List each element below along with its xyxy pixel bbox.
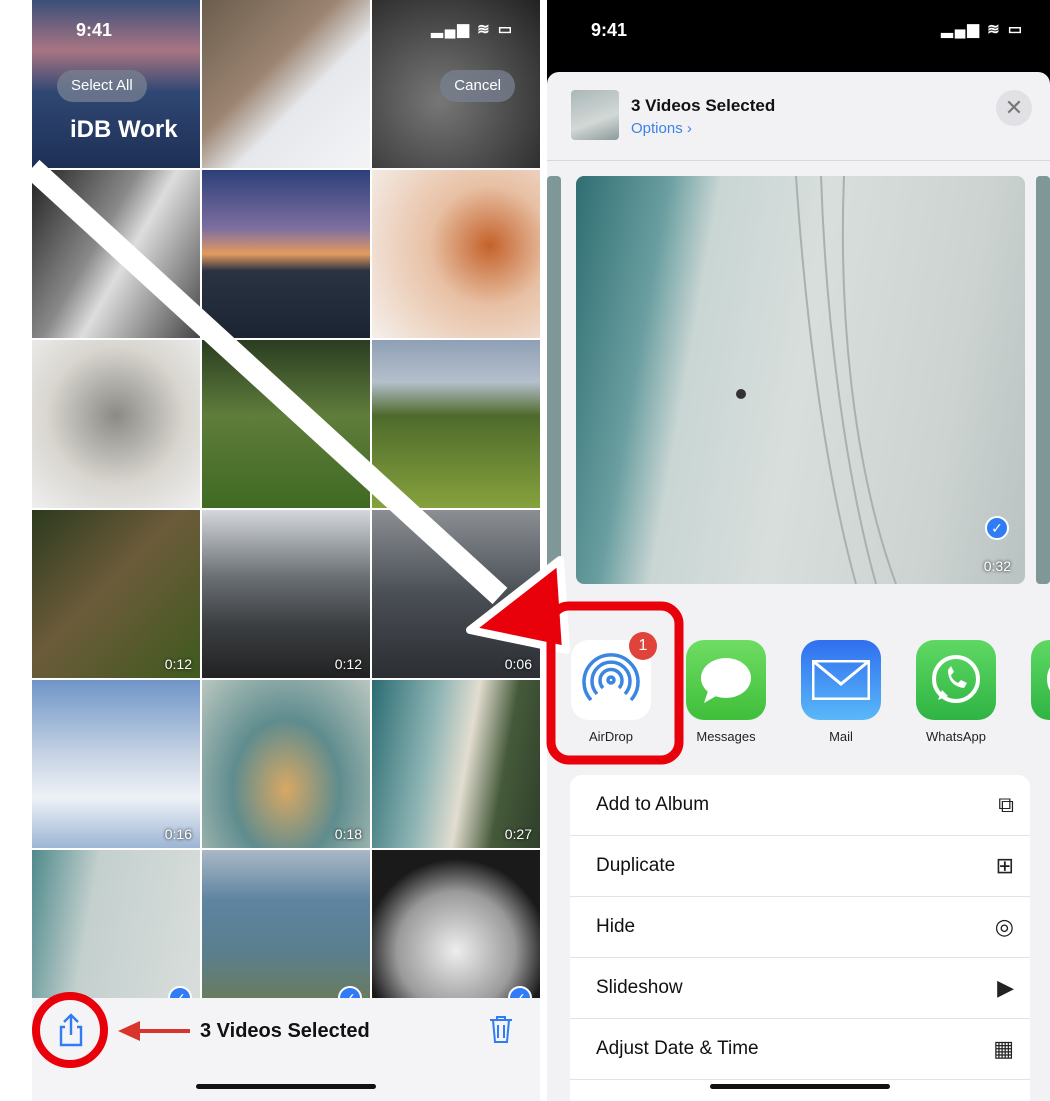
app-label: WA <box>1031 729 1050 744</box>
app-label: AirDrop <box>588 729 634 744</box>
action-icon: ⧉ <box>998 792 1014 817</box>
selection-count: 3 Videos Selected <box>200 1020 370 1042</box>
app-label: Mail <box>829 729 853 744</box>
select-all-button[interactable]: Select All <box>57 70 147 102</box>
share-sheet-screen: 9:41 ▂▄▆ ≋ ▭ 3 Videos Selected Options ›… <box>547 0 1050 1101</box>
photo-tile[interactable] <box>372 340 540 508</box>
signal-wifi-battery-icon: ▂▄▆ ≋ ▭ <box>431 21 514 38</box>
status-bar: 9:41 ▂▄▆ ≋ ▭ <box>32 20 540 44</box>
share-app-whatsapp[interactable]: WhatsApp <box>916 640 996 744</box>
photo-tile[interactable]: ✓ <box>372 850 540 1018</box>
mail-icon <box>801 640 881 720</box>
video-duration: 0:16 <box>164 826 192 842</box>
action-label: Add to Album <box>596 794 710 815</box>
selection-thumbnail <box>571 90 619 140</box>
trash-icon[interactable] <box>488 1014 514 1051</box>
action-row[interactable]: Hide ◎ <box>570 897 1030 958</box>
photo-tile[interactable]: ✓ <box>32 850 200 1018</box>
photo-tile[interactable]: 0:06 <box>372 510 540 678</box>
whatsapp-icon <box>916 640 996 720</box>
action-row[interactable]: Add to Album ⧉ <box>570 775 1030 836</box>
action-label: Adjust Date & Time <box>596 1038 759 1059</box>
action-label: Slideshow <box>596 977 683 998</box>
notification-badge: 1 <box>629 632 657 660</box>
video-preview[interactable]: ✓ 0:32 <box>576 176 1025 584</box>
share-sheet-title: 3 Videos Selected <box>631 96 776 115</box>
actions-list: Add to Album ⧉ Duplicate ⊞ Hide ◎ Slideshow ▶ Ad… <box>570 775 1030 1101</box>
share-app-airdrop[interactable]: 1 AirDrop <box>571 632 657 744</box>
action-icon: ◎ <box>994 914 1014 939</box>
action-label: Duplicate <box>596 855 676 876</box>
app-label: Messages <box>696 729 756 744</box>
airdrop-icon: 1 <box>571 632 657 720</box>
share-app-wa[interactable]: WA <box>1031 640 1050 744</box>
video-duration: 0:06 <box>504 656 532 672</box>
selected-check-icon[interactable]: ✓ <box>985 516 1009 540</box>
photo-tile[interactable]: 0:18 <box>202 680 370 848</box>
next-preview[interactable] <box>1036 176 1050 584</box>
photo-tile[interactable] <box>202 170 370 338</box>
previous-preview[interactable] <box>547 176 561 584</box>
signal-wifi-battery-icon: ▂▄▆ ≋ ▭ <box>941 21 1024 38</box>
divider <box>547 160 1050 161</box>
home-indicator <box>196 1084 376 1089</box>
status-time: 9:41 <box>591 20 628 40</box>
status-bar: 9:41 ▂▄▆ ≋ ▭ <box>547 20 1050 44</box>
options-link[interactable]: Options › <box>631 120 692 137</box>
photo-tile[interactable] <box>32 170 200 338</box>
share-apps-row: 1 AirDrop Messages Mail WhatsApp WA <box>547 632 1050 744</box>
photo-tile[interactable]: 0:12 <box>202 510 370 678</box>
action-row[interactable]: Adjust Date & Time ▦ <box>570 1019 1030 1080</box>
action-icon: ▶ <box>997 975 1014 1000</box>
photos-selection-screen: 0:120:120:060:160:180:27✓✓✓ 9:41 ▂▄▆ ≋ ▭… <box>32 0 540 1101</box>
photo-tile[interactable]: 0:12 <box>32 510 200 678</box>
video-duration: 0:12 <box>164 656 192 672</box>
wa-icon <box>1031 640 1050 720</box>
status-time: 9:41 <box>76 20 113 40</box>
share-app-messages[interactable]: Messages <box>686 640 766 744</box>
photo-tile[interactable] <box>372 170 540 338</box>
app-label: WhatsApp <box>926 729 986 744</box>
video-duration: 0:12 <box>334 656 362 672</box>
cancel-button[interactable]: Cancel <box>440 70 515 102</box>
video-duration: 0:18 <box>334 826 362 842</box>
messages-icon <box>686 640 766 720</box>
photo-tile[interactable] <box>32 340 200 508</box>
close-button[interactable]: ✕ <box>996 90 1032 126</box>
photo-tile[interactable]: ✓ <box>202 850 370 1018</box>
video-duration: 0:32 <box>983 558 1011 574</box>
photo-tile[interactable]: 0:16 <box>32 680 200 848</box>
action-icon: ⊞ <box>995 853 1014 878</box>
video-duration: 0:27 <box>504 826 532 842</box>
share-sheet: 3 Videos Selected Options › ✕ ✓ 0:32 1 Ai… <box>547 72 1050 1101</box>
bottom-toolbar: 3 Videos Selected <box>32 998 540 1101</box>
action-icon: ▦ <box>993 1036 1014 1061</box>
share-app-mail[interactable]: Mail <box>801 640 881 744</box>
home-indicator <box>710 1084 890 1089</box>
photo-tile[interactable]: 0:27 <box>372 680 540 848</box>
action-row[interactable]: Duplicate ⊞ <box>570 836 1030 897</box>
photo-grid: 0:120:120:060:160:180:27✓✓✓ <box>32 0 540 1018</box>
action-row[interactable]: Slideshow ▶ <box>570 958 1030 1019</box>
share-icon[interactable] <box>54 1012 88 1048</box>
action-label: Hide <box>596 916 636 937</box>
photo-tile[interactable] <box>202 340 370 508</box>
album-title: iDB Work <box>70 116 178 143</box>
